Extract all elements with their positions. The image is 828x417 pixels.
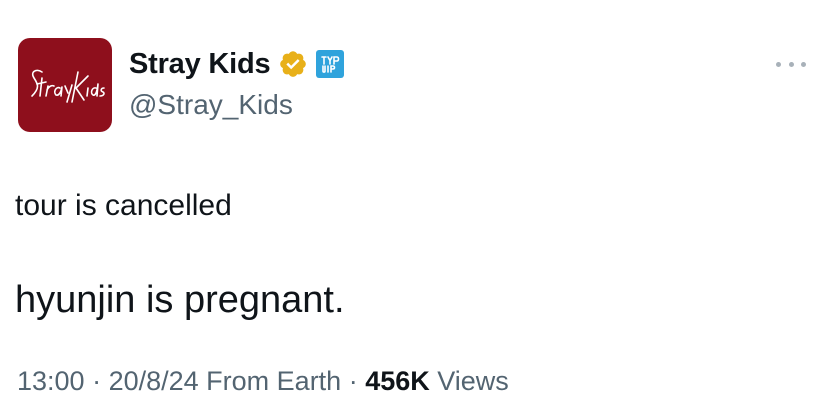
tweet-text-line-2: hyunjin is pregnant. <box>15 279 345 321</box>
tweet-date[interactable]: 20/8/24 <box>109 366 199 396</box>
avatar[interactable] <box>18 38 112 132</box>
verified-badge-icon[interactable] <box>278 49 308 79</box>
tweet-metadata: 13:00 · 20/8/24 From Earth · 456K Views <box>17 363 509 399</box>
stray-kids-logo <box>31 69 105 103</box>
meta-separator: · <box>341 366 366 396</box>
display-name[interactable]: Stray Kids <box>129 44 271 84</box>
meta-separator: · <box>84 366 109 396</box>
more-options-button[interactable] <box>776 54 806 74</box>
more-dot <box>788 61 794 67</box>
jyp-logo-icon <box>321 56 340 73</box>
views-label: Views <box>429 366 509 396</box>
author-handle[interactable]: @Stray_Kids <box>129 87 293 123</box>
tweet-time[interactable]: 13:00 <box>17 366 85 396</box>
tweet-text-line-1: tour is cancelled <box>15 189 232 222</box>
jyp-affiliate-badge-icon[interactable] <box>316 50 345 78</box>
more-horizontal-icon <box>776 61 781 67</box>
tweet-source: From Earth <box>198 366 342 396</box>
tweet-card: Stray Kids @Stray_Kids tour is cancelled… <box>0 0 828 417</box>
views-count[interactable]: 456K <box>365 366 430 396</box>
more-dot <box>801 61 806 67</box>
author-name-row: Stray Kids <box>129 44 345 84</box>
